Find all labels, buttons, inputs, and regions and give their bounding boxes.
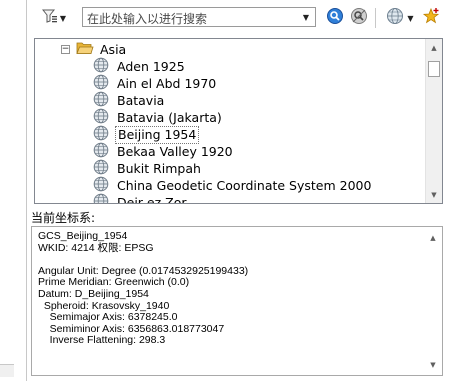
tree-item-label: Beijing 1954 [115, 125, 200, 144]
crs-detail-line: GCS_Beijing_1954 [38, 230, 128, 242]
tree-item[interactable]: Batavia (Jakarta) [93, 108, 224, 126]
filter-button[interactable]: ▼ [34, 6, 74, 30]
chevron-down-icon: ▼ [407, 13, 414, 23]
crs-detail-line: Inverse Flattening: 298.3 [38, 334, 166, 347]
scroll-up-icon[interactable]: ▲ [425, 229, 441, 246]
tree-item-label: Batavia [117, 92, 165, 108]
tree-folder-asia[interactable]: − Asia [61, 41, 128, 58]
current-crs-label: 当前坐标系: [31, 211, 96, 225]
panel-edge-notch [0, 364, 14, 377]
scrollbar-thumb[interactable] [428, 61, 440, 77]
tree-item-label: Deir ez Zor [117, 194, 187, 204]
details-scrollbar[interactable]: ▲ ▼ [425, 227, 442, 375]
crs-detail-line: Semimajor Axis: 6378245.0 [38, 311, 178, 324]
tree-item-label: Batavia (Jakarta) [117, 109, 222, 125]
tree-item[interactable]: Batavia [93, 91, 166, 109]
filter-icon [41, 8, 58, 28]
tree-item[interactable]: Bukit Rimpah [93, 159, 203, 177]
tree-item-label: Aden 1925 [117, 58, 185, 74]
tree-item[interactable]: Beijing 1954 [93, 125, 200, 144]
tree-item-label: China Geodetic Coordinate System 2000 [117, 177, 372, 193]
clear-search-button[interactable] [348, 6, 370, 30]
tree-item[interactable]: Deir ez Zor [93, 193, 188, 204]
crs-details-text: GCS_Beijing_1954 WKID: 4214 权限: EPSG Angul… [38, 230, 248, 347]
tree-scrollbar[interactable]: ▲ ▼ [425, 39, 442, 203]
add-to-favorites-button[interactable] [420, 6, 442, 30]
tree-item-label: Ain el Abd 1970 [117, 75, 217, 91]
search-combobox[interactable]: ▼ [82, 7, 316, 28]
scroll-down-icon[interactable]: ▼ [426, 186, 442, 203]
collapse-icon[interactable]: − [61, 45, 70, 54]
tree-item-label: Bekaa Valley 1920 [117, 143, 233, 159]
scroll-up-icon[interactable]: ▲ [426, 39, 442, 56]
tree-item-label: Bukit Rimpah [117, 160, 201, 176]
add-coordinate-system-button[interactable]: ▼ [382, 6, 418, 30]
search-icon [326, 7, 344, 29]
tree-item[interactable]: Ain el Abd 1970 [93, 74, 218, 92]
scroll-down-icon[interactable]: ▼ [425, 356, 441, 373]
chevron-down-icon: ▼ [59, 13, 67, 23]
search-input[interactable] [83, 10, 293, 28]
globe-icon [93, 193, 109, 203]
left-panel-edge [0, 0, 27, 381]
tree-folder-label: Asia [100, 41, 127, 57]
star-add-icon [422, 7, 440, 29]
tree-item[interactable]: Bekaa Valley 1920 [93, 142, 235, 160]
crs-detail-line: WKID: 4214 权限: EPSG [38, 241, 154, 254]
globe-icon [386, 7, 404, 29]
tree-item[interactable]: China Geodetic Coordinate System 2000 [93, 176, 373, 194]
crs-detail-line: Datum: D_Beijing_1954 [38, 287, 149, 300]
folder-open-icon [76, 41, 94, 58]
toolbar: ▼ ▼ [34, 6, 446, 30]
tree-item[interactable]: Aden 1925 [93, 57, 187, 75]
clear-search-icon [350, 7, 368, 29]
current-crs-details[interactable]: GCS_Beijing_1954 WKID: 4214 权限: EPSG Angul… [31, 226, 443, 376]
chevron-down-icon[interactable]: ▼ [297, 8, 315, 26]
coordinate-system-tree[interactable]: − Asia Aden 1925 Ain el Abd 1970 Batavia Ba… [34, 38, 443, 204]
toolbar-separator [375, 8, 376, 28]
search-button[interactable] [324, 6, 346, 30]
